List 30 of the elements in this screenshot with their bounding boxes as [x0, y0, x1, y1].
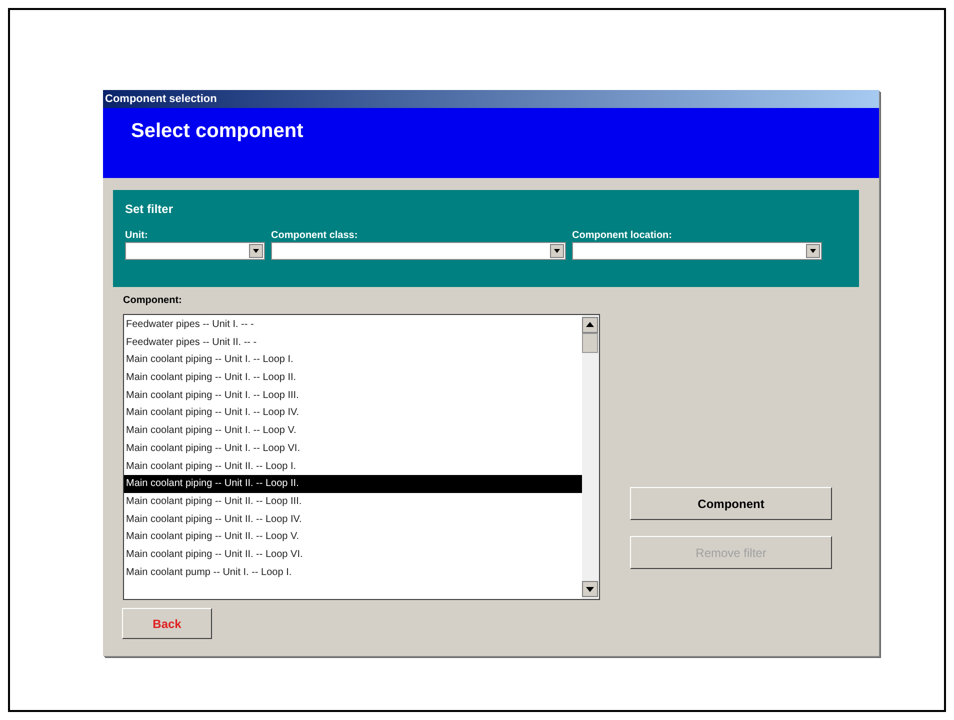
- scrollbar[interactable]: [582, 315, 599, 599]
- list-item[interactable]: Main coolant piping -- Unit I. -- Loop III.: [124, 386, 582, 404]
- filter-title: Set filter: [125, 202, 174, 216]
- window-title: Component selection: [105, 93, 217, 105]
- list-item[interactable]: Feedwater pipes -- Unit I. -- -: [124, 316, 582, 334]
- list-item[interactable]: Main coolant piping -- Unit II. -- Loop VI.: [124, 546, 582, 564]
- list-item[interactable]: Main coolant piping -- Unit II. -- Loop IV.: [124, 510, 582, 528]
- dropdown-field[interactable]: [271, 242, 566, 260]
- list-item[interactable]: Main coolant piping -- Unit II. -- Loop II.: [124, 475, 582, 493]
- scroll-thumb[interactable]: [582, 333, 598, 353]
- dropdown-field[interactable]: [125, 242, 265, 260]
- dropdown-field[interactable]: [572, 242, 822, 260]
- list-item[interactable]: Main coolant piping -- Unit I. -- Loop V.: [124, 422, 582, 440]
- header-title: Select component: [131, 120, 304, 143]
- field-label: Component location:: [572, 230, 673, 241]
- component-button[interactable]: Component: [630, 487, 832, 520]
- list-item[interactable]: Main coolant piping -- Unit I. -- Loop IV.: [124, 404, 582, 422]
- list-item[interactable]: Main coolant piping -- Unit I. -- Loop I.: [124, 351, 582, 370]
- list-item[interactable]: Main coolant piping -- Unit I. -- Loop VI.: [124, 440, 582, 458]
- list-item[interactable]: Main coolant pump -- Unit I. -- Loop I.: [124, 564, 582, 582]
- field-label: Unit:: [125, 230, 149, 241]
- list-item[interactable]: Main coolant piping -- Unit I. -- Loop II.: [124, 369, 582, 387]
- list-item[interactable]: Main coolant piping -- Unit II. -- Loop III.: [124, 492, 582, 511]
- list-item[interactable]: Main coolant piping -- Unit II. -- Loop I.: [124, 458, 582, 476]
- field-label: Component class:: [271, 230, 359, 241]
- list-item[interactable]: Feedwater pipes -- Unit II. -- -: [124, 334, 582, 352]
- scroll-up-icon[interactable]: [582, 317, 598, 333]
- list-label: Component:: [123, 295, 183, 306]
- scroll-down-icon[interactable]: [582, 581, 598, 597]
- list-item[interactable]: Main coolant piping -- Unit II. -- Loop V.: [124, 528, 582, 546]
